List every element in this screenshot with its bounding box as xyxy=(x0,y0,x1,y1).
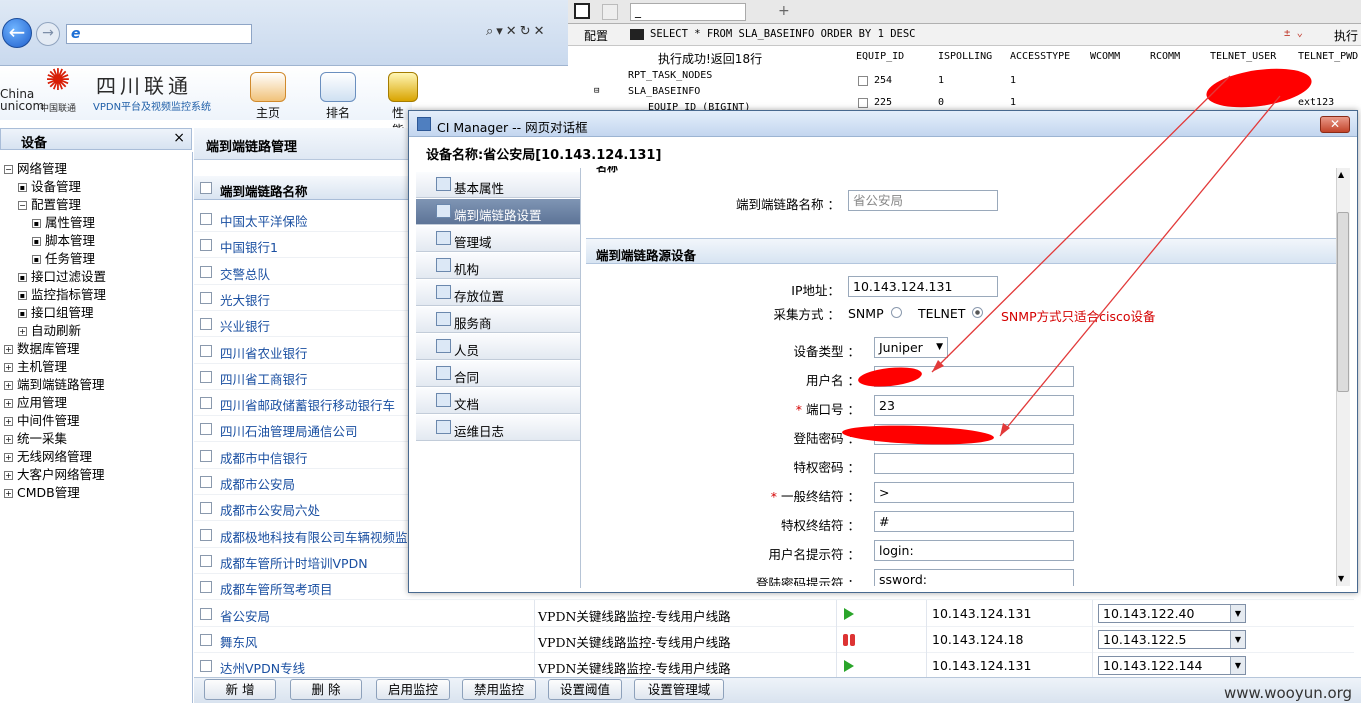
annotation-arrows xyxy=(931,75,1281,437)
